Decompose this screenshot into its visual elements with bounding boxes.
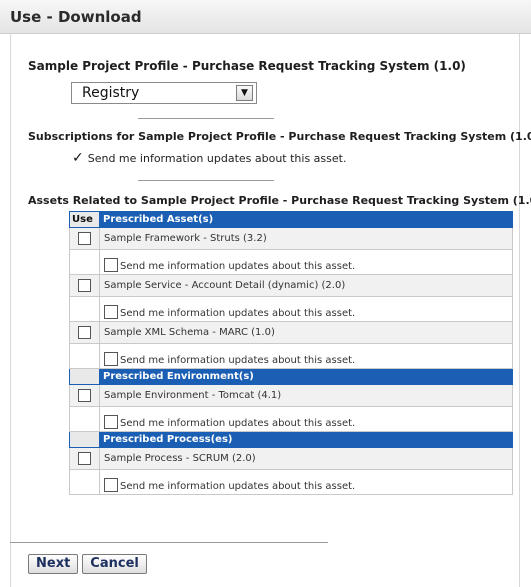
asset-name: Sample Process - SCRUM (2.0) [99, 447, 513, 470]
subscribe-label: Send me information updates about this a… [120, 481, 356, 492]
asset-name: Sample Environment - Tomcat (4.1) [99, 384, 513, 407]
profile-dropdown[interactable]: Registry ▼ [71, 82, 257, 104]
asset-row: Sample Environment - Tomcat (4.1) [69, 384, 513, 407]
group-title: Prescribed Environment(s) [99, 368, 513, 385]
asset-name: Sample XML Schema - MARC (1.0) [99, 321, 513, 344]
group-header-row: Prescribed Environment(s) [69, 368, 513, 385]
subscribe-row: Send me information updates about this a… [69, 296, 513, 322]
window-titlebar: Use - Download [0, 0, 531, 34]
action-buttons: Next Cancel [28, 552, 151, 574]
subscribe-label: Send me information updates about this a… [120, 418, 356, 429]
divider [138, 118, 274, 119]
related-heading: Assets Related to Sample Project Profile… [28, 194, 531, 207]
subscribe-label: Send me information updates about this a… [120, 355, 356, 366]
asset-row: Sample XML Schema - MARC (1.0) [69, 321, 513, 344]
subscribe-row: Send me information updates about this a… [69, 406, 513, 432]
group-title: Prescribed Asset(s) [99, 211, 513, 228]
subscribe-checkbox[interactable] [104, 352, 118, 366]
subscription-item-label: Send me information updates about this a… [87, 152, 347, 165]
divider [138, 180, 274, 181]
use-checkbox[interactable] [78, 452, 91, 465]
use-checkbox[interactable] [78, 326, 91, 339]
checkmark-icon: ✓ [72, 150, 84, 166]
subscribe-row: Send me information updates about this a… [69, 249, 513, 275]
asset-row: Sample Framework - Struts (3.2) [69, 227, 513, 250]
asset-name: Sample Framework - Struts (3.2) [99, 227, 513, 250]
profile-dropdown-value: Registry [82, 85, 140, 101]
group-header-row: Prescribed Process(es) [69, 431, 513, 448]
subscribe-checkbox[interactable] [104, 258, 118, 272]
subscriptions-heading: Subscriptions for Sample Project Profile… [28, 130, 531, 143]
use-checkbox[interactable] [78, 389, 91, 402]
subscribe-label: Send me information updates about this a… [120, 261, 356, 272]
group-title: Prescribed Process(es) [99, 431, 513, 448]
group-header-row: Use Prescribed Asset(s) [69, 211, 513, 228]
subscribe-row: Send me information updates about this a… [69, 343, 513, 369]
use-checkbox[interactable] [78, 279, 91, 292]
cancel-button[interactable]: Cancel [82, 554, 147, 574]
use-column-header: Use [69, 211, 100, 228]
related-assets-table: Use Prescribed Asset(s) Sample Framework… [69, 211, 513, 495]
subscribe-checkbox[interactable] [104, 305, 118, 319]
subscribe-checkbox[interactable] [104, 415, 118, 429]
asset-row: Sample Process - SCRUM (2.0) [69, 447, 513, 470]
subscribe-row: Send me information updates about this a… [69, 469, 513, 495]
use-checkbox[interactable] [78, 232, 91, 245]
subscribe-checkbox[interactable] [104, 478, 118, 492]
window-title: Use - Download [10, 8, 142, 26]
next-button[interactable]: Next [28, 554, 79, 574]
profile-heading: Sample Project Profile - Purchase Reques… [28, 59, 466, 73]
divider [10, 542, 328, 543]
subscribe-label: Send me information updates about this a… [120, 308, 356, 319]
asset-row: Sample Service - Account Detail (dynamic… [69, 274, 513, 297]
subscription-item[interactable]: ✓ Send me information updates about this … [72, 150, 346, 166]
asset-name: Sample Service - Account Detail (dynamic… [99, 274, 513, 297]
chevron-down-icon[interactable]: ▼ [236, 85, 253, 101]
